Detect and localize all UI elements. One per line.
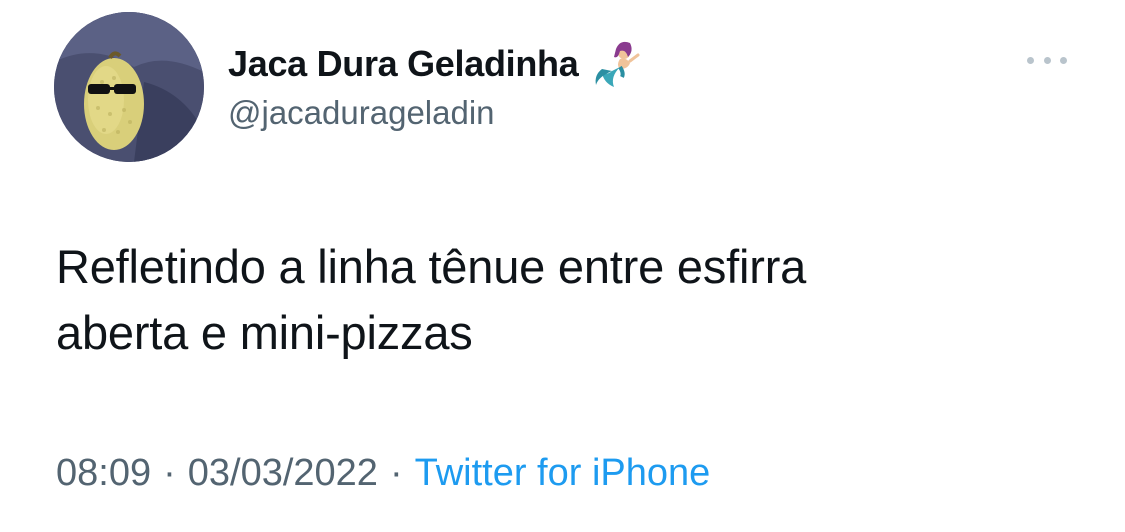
avatar[interactable]: [54, 12, 204, 162]
tweet-card: Jaca Dura Geladinha @jacadurageladin Ref…: [0, 0, 1125, 532]
author-handle[interactable]: @jacadurageladin: [228, 94, 495, 132]
jackfruit-avatar-icon: [54, 12, 204, 162]
tweet-date[interactable]: 03/03/2022: [188, 452, 378, 495]
mermaid-emoji-icon: [590, 37, 644, 91]
tweet-source-link[interactable]: Twitter for iPhone: [415, 452, 711, 495]
tweet-text-line: aberta e mini-pizzas: [56, 306, 473, 359]
display-name[interactable]: Jaca Dura Geladinha: [228, 43, 579, 85]
meta-separator: ·: [163, 452, 176, 494]
more-dot-icon: [1027, 56, 1034, 64]
more-options-button[interactable]: [1027, 48, 1067, 72]
tweet-meta: 08:09 · 03/03/2022 · Twitter for iPhone: [56, 452, 710, 495]
tweet-time[interactable]: 08:09: [56, 452, 151, 495]
author-name-row: Jaca Dura Geladinha: [228, 40, 644, 88]
tweet-text: Refletindo a linha tênue entre esfirra a…: [56, 234, 1076, 366]
tweet-text-line: Refletindo a linha tênue entre esfirra: [56, 240, 807, 293]
more-dot-icon: [1060, 56, 1067, 64]
more-dot-icon: [1043, 56, 1051, 64]
meta-separator: ·: [389, 452, 403, 494]
